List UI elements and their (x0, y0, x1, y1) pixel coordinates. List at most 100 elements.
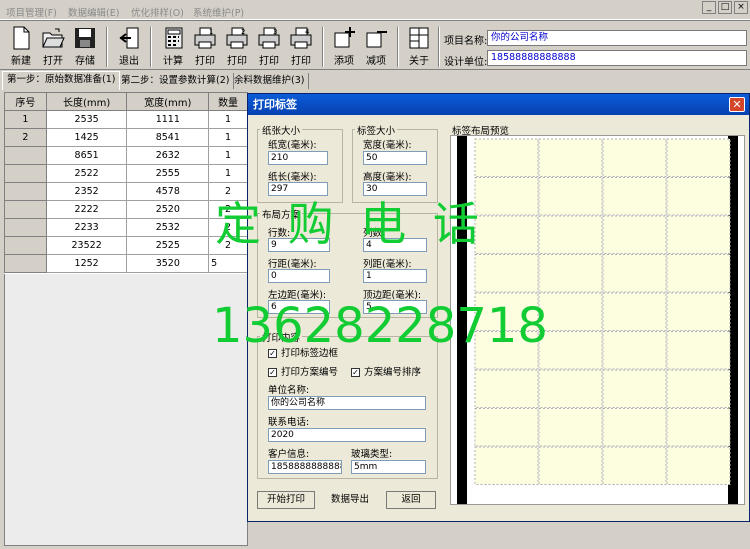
data-export-button[interactable]: 数据导出 (321, 491, 379, 509)
glass-type-label: 玻璃类型: (351, 449, 393, 460)
dialog-close-icon[interactable]: ✕ (729, 97, 745, 112)
menu-edit[interactable]: 数据编辑(E) (68, 5, 119, 19)
width-cell[interactable]: 2520 (126, 200, 210, 219)
menu-optimize[interactable]: 优化排样(O) (131, 5, 184, 19)
scheme-sort-checkbox[interactable]: ✓ 方案编号排序 (351, 364, 421, 378)
table-row[interactable]: 8651 2632 1 (4, 146, 248, 165)
toolbar-separator (438, 27, 440, 67)
length-cell[interactable]: 1425 (45, 128, 128, 147)
length-cell[interactable]: 2222 (45, 200, 128, 219)
start-print-button[interactable]: 开始打印 (257, 491, 315, 509)
table-row[interactable]: 1 2535 1111 1 (4, 110, 248, 129)
row-index-cell[interactable] (4, 236, 47, 255)
label-width-input[interactable]: 50 (363, 151, 427, 165)
table-row[interactable]: 2522 2555 1 (4, 164, 248, 183)
row-index-cell[interactable] (4, 200, 47, 219)
about-button[interactable]: 关于 (404, 25, 434, 69)
row-index-cell[interactable] (4, 182, 47, 201)
back-button[interactable]: 返回 (386, 491, 436, 509)
row-index-cell[interactable] (4, 164, 47, 183)
width-cell[interactable]: 8541 (126, 128, 210, 147)
minimize-icon[interactable]: _ (702, 1, 716, 14)
maximize-icon[interactable]: □ (718, 1, 732, 14)
design-unit-field[interactable]: 18588888888888 (487, 50, 747, 66)
col-gap-input[interactable]: 1 (363, 269, 427, 283)
width-cell[interactable]: 2532 (126, 218, 210, 237)
menu-project[interactable]: 项目管理(F) (6, 5, 57, 19)
col-header-index[interactable]: 序号 (4, 92, 47, 111)
preview-label-cell (474, 138, 539, 177)
phone-input[interactable]: 2020 (268, 428, 426, 442)
length-cell[interactable]: 2522 (45, 164, 128, 183)
row-index-cell[interactable] (4, 254, 47, 273)
width-cell[interactable]: 2525 (126, 236, 210, 255)
printer-icon: 4 (290, 27, 312, 49)
unit-name-input[interactable]: 你的公司名称 (268, 396, 426, 410)
preview-label-cell (666, 177, 731, 216)
tab-step1[interactable]: 第一步：原始数据准备(1) (2, 71, 121, 90)
preview-label-cell (602, 138, 667, 177)
col-header-length[interactable]: 长度(mm) (45, 92, 128, 111)
menu-system[interactable]: 系统维护(P) (193, 5, 244, 19)
row-index-cell[interactable] (4, 218, 47, 237)
table-row[interactable]: 2222 2520 2 (4, 200, 248, 219)
paper-length-label: 纸长(毫米): (268, 172, 317, 183)
col-header-width[interactable]: 宽度(mm) (126, 92, 210, 111)
col-header-qty[interactable]: 数量 (208, 92, 248, 111)
row-index-cell[interactable]: 2 (4, 128, 47, 147)
preview-label-cell (666, 215, 731, 254)
qty-cell[interactable]: 1 (208, 128, 248, 147)
print-button-3[interactable]: 3 打印 (254, 25, 284, 69)
open-button[interactable]: 打开 (38, 25, 68, 69)
preview-label-cell (474, 254, 539, 293)
table-row[interactable]: 1252 3520 5 (4, 254, 248, 273)
length-cell[interactable]: 23522 (45, 236, 128, 255)
close-icon[interactable]: × (734, 1, 748, 14)
remove-item-button[interactable]: 减项 (361, 25, 391, 69)
tab-remnant[interactable]: 余料数据维护(3) (230, 73, 310, 89)
preview-label-cell (666, 254, 731, 293)
preview-label-cell (602, 369, 667, 408)
width-cell[interactable]: 1111 (126, 110, 210, 129)
preview-label-cell (474, 446, 539, 485)
print-button-1[interactable]: 1 打印 (190, 25, 220, 69)
table-row[interactable]: 2233 2532 2 (4, 218, 248, 237)
table-row[interactable]: 2352 4578 2 (4, 182, 248, 201)
print-button-2[interactable]: 2 打印 (222, 25, 252, 69)
row-index-cell[interactable]: 1 (4, 110, 47, 129)
width-cell[interactable]: 2632 (126, 146, 210, 165)
length-cell[interactable]: 2352 (45, 182, 128, 201)
preview-label-cell (602, 446, 667, 485)
width-cell[interactable]: 4578 (126, 182, 210, 201)
preview-label-cell (602, 331, 667, 370)
print-scheme-no-checkbox[interactable]: ✓ 打印方案编号 (268, 364, 338, 378)
row-gap-input[interactable]: 0 (268, 269, 330, 283)
calculate-button[interactable]: 计算 (158, 25, 188, 69)
customer-input[interactable]: 18588888888888 (268, 460, 342, 474)
qty-cell[interactable]: 1 (208, 110, 248, 129)
glass-type-input[interactable]: 5mm (351, 460, 426, 474)
row-index-cell[interactable] (4, 146, 47, 165)
preview-label-cell (538, 369, 603, 408)
length-cell[interactable]: 8651 (45, 146, 128, 165)
width-cell[interactable]: 3520 (126, 254, 210, 273)
length-cell[interactable]: 2233 (45, 218, 128, 237)
length-cell[interactable]: 2535 (45, 110, 128, 129)
qty-cell[interactable]: 5 (208, 254, 248, 273)
qty-cell[interactable]: 1 (208, 164, 248, 183)
new-button[interactable]: 新建 (6, 25, 36, 69)
length-cell[interactable]: 1252 (45, 254, 128, 273)
save-button[interactable]: 存储 (70, 25, 100, 69)
qty-cell[interactable]: 1 (208, 146, 248, 165)
save-disk-icon (75, 28, 95, 48)
width-cell[interactable]: 2555 (126, 164, 210, 183)
exit-button[interactable]: 退出 (114, 25, 144, 69)
project-name-field[interactable]: 你的公司名称 (487, 30, 747, 46)
paper-width-input[interactable]: 210 (268, 151, 328, 165)
table-row[interactable]: 23522 2525 2 (4, 236, 248, 255)
tab-step2[interactable]: 第二步：设置参数计算(2) (117, 73, 235, 89)
add-item-button[interactable]: 添项 (329, 25, 359, 69)
data-grid[interactable]: 序号 长度(mm) 宽度(mm) 数量 1 2535 1111 1 2 1425 8541 1… (4, 92, 248, 274)
print-button-4[interactable]: 4 打印 (286, 25, 316, 69)
table-row[interactable]: 2 1425 8541 1 (4, 128, 248, 147)
